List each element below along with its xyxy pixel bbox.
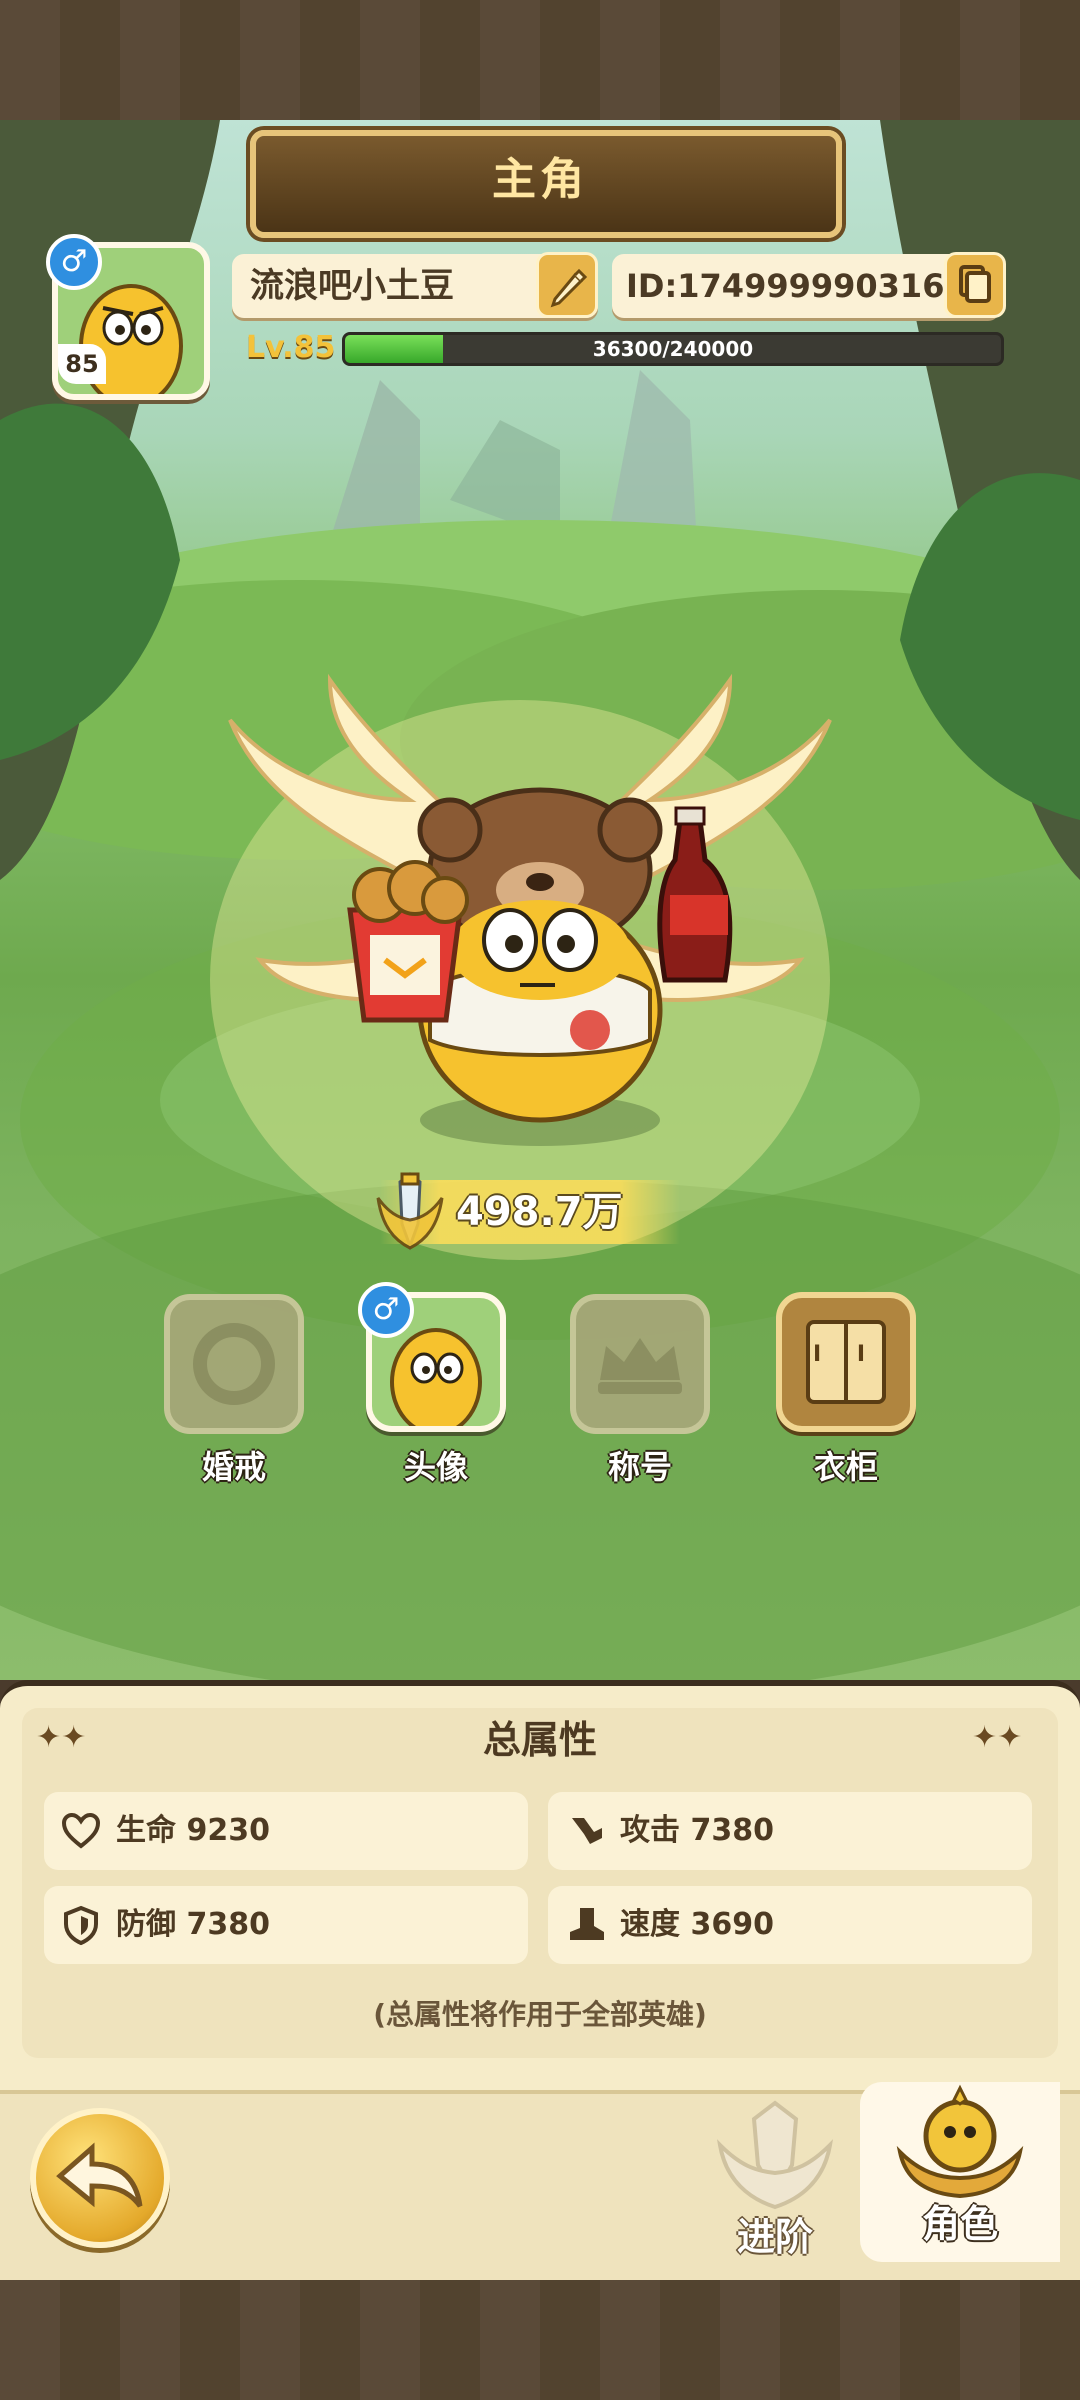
shield-icon — [64, 1905, 98, 1946]
advance-tab-label: 进阶 — [736, 2215, 813, 2259]
heart-icon — [61, 1812, 101, 1849]
attack-stat-text: 攻击 7380 — [620, 1813, 774, 1848]
defense-stat-text: 防御 7380 — [116, 1907, 270, 1942]
wedding-ring-label: 婚戒 — [201, 1448, 266, 1486]
advance-tab[interactable]: 进阶 — [700, 2095, 850, 2275]
back-arrow-icon — [56, 2142, 143, 2208]
male-gender-icon: ♂ — [46, 234, 102, 290]
bottom-frame — [0, 2280, 1080, 2400]
wedding-ring-slot[interactable] — [164, 1294, 304, 1434]
male-gender-icon: ♂ — [358, 1282, 414, 1338]
avatar-level-badge: 85 — [58, 344, 106, 384]
advance-icon — [716, 2100, 834, 2210]
crown-icon — [598, 1338, 682, 1394]
ring-icon — [193, 1323, 275, 1405]
pencil-icon — [550, 268, 588, 308]
wardrobe-slot[interactable]: I I — [776, 1292, 916, 1432]
xp-progress-text: 36300/240000 — [592, 337, 754, 361]
attributes-note: (总属性将作用于全部英雄) — [373, 1998, 707, 2031]
role-tab[interactable]: 角色 — [860, 2082, 1060, 2262]
player-id: ID:1749999903163 — [626, 267, 967, 305]
combat-power-value: 498.7万 — [456, 1189, 623, 1235]
copy-id-button[interactable] — [944, 252, 1006, 318]
boot-icon — [570, 1908, 604, 1940]
hero-character-illustration — [228, 673, 832, 1146]
role-tab-label: 角色 — [921, 2202, 998, 2246]
player-level: Lv.85 — [246, 330, 336, 365]
role-icon — [896, 2084, 1024, 2199]
attributes-title: 总属性 — [482, 1718, 597, 1762]
copy-icon — [959, 265, 991, 303]
wardrobe-book-mark: I I — [812, 1342, 880, 1367]
speed-stat-text: 速度 3690 — [620, 1907, 774, 1942]
back-button[interactable] — [30, 2108, 170, 2248]
avatar-label: 头像 — [403, 1448, 468, 1486]
hp-stat-text: 生命 9230 — [116, 1813, 270, 1848]
player-name: 流浪吧小土豆 — [250, 266, 454, 306]
attack-icon — [572, 1818, 602, 1844]
edit-name-button[interactable] — [536, 252, 598, 318]
top-frame — [0, 0, 1080, 120]
title-label: 称号 — [607, 1448, 672, 1486]
sword-shield-icon — [376, 1172, 444, 1251]
wardrobe-label: 衣柜 — [813, 1448, 878, 1486]
page-title: 主角 — [492, 154, 588, 205]
title-slot[interactable] — [570, 1294, 710, 1434]
